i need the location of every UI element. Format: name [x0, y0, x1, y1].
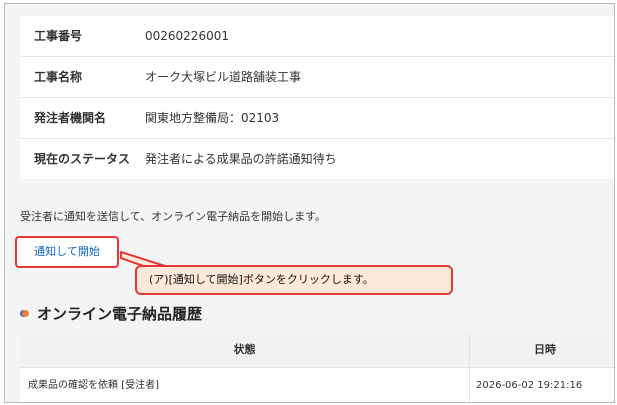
column-header-datetime: 日時	[534, 343, 556, 356]
info-label: 工事番号	[34, 29, 83, 43]
status-value: 発注者による成果品の許諾通知待ち	[145, 152, 337, 166]
column-divider	[469, 368, 470, 402]
info-label: 現在のステータス	[34, 152, 131, 166]
screen-frame: 工事番号 00260226001 工事名称 オーク大塚ビル道路舗装工事 発注者機…	[4, 3, 615, 403]
info-label: 工事名称	[34, 70, 83, 84]
info-row-construction-name: 工事名称 オーク大塚ビル道路舗装工事	[20, 57, 614, 98]
info-value: 00260226001	[145, 29, 229, 43]
info-label: 発注者機関名	[34, 111, 107, 125]
column-header-status: 状態	[233, 343, 256, 356]
history-table: 状態 日時 成果品の確認を依頼 [受注者] 2026-06-02 19:21:1…	[20, 333, 614, 402]
info-row-current-status: 現在のステータス 発注者による成果品の許諾通知待ち	[20, 139, 614, 179]
instruction-callout: (ア)[通知して開始]ボタンをクリックします。	[135, 265, 453, 295]
info-value: 関東地方整備局：02103	[145, 111, 280, 125]
bullet-icon	[22, 310, 29, 317]
info-value: オーク大塚ビル道路舗装工事	[145, 70, 302, 84]
history-section-heading: オンライン電子納品履歴	[20, 303, 202, 324]
history-datetime-cell: 2026-06-02 19:21:16	[476, 380, 583, 391]
history-status-cell: 成果品の確認を依頼 [受注者]	[28, 380, 159, 391]
instruction-text: 受注者に通知を送信して、オンライン電子納品を開始します。	[20, 210, 327, 223]
info-row-ordering-agency: 発注者機関名 関東地方整備局：02103	[20, 98, 614, 139]
history-table-header: 状態 日時	[20, 333, 614, 368]
notify-and-start-button[interactable]: 通知して開始	[15, 236, 119, 268]
info-row-construction-number: 工事番号 00260226001	[20, 16, 614, 57]
history-title: オンライン電子納品履歴	[37, 305, 203, 323]
construction-info-table: 工事番号 00260226001 工事名称 オーク大塚ビル道路舗装工事 発注者機…	[20, 16, 614, 179]
table-row: 成果品の確認を依頼 [受注者] 2026-06-02 19:21:16	[20, 368, 614, 402]
